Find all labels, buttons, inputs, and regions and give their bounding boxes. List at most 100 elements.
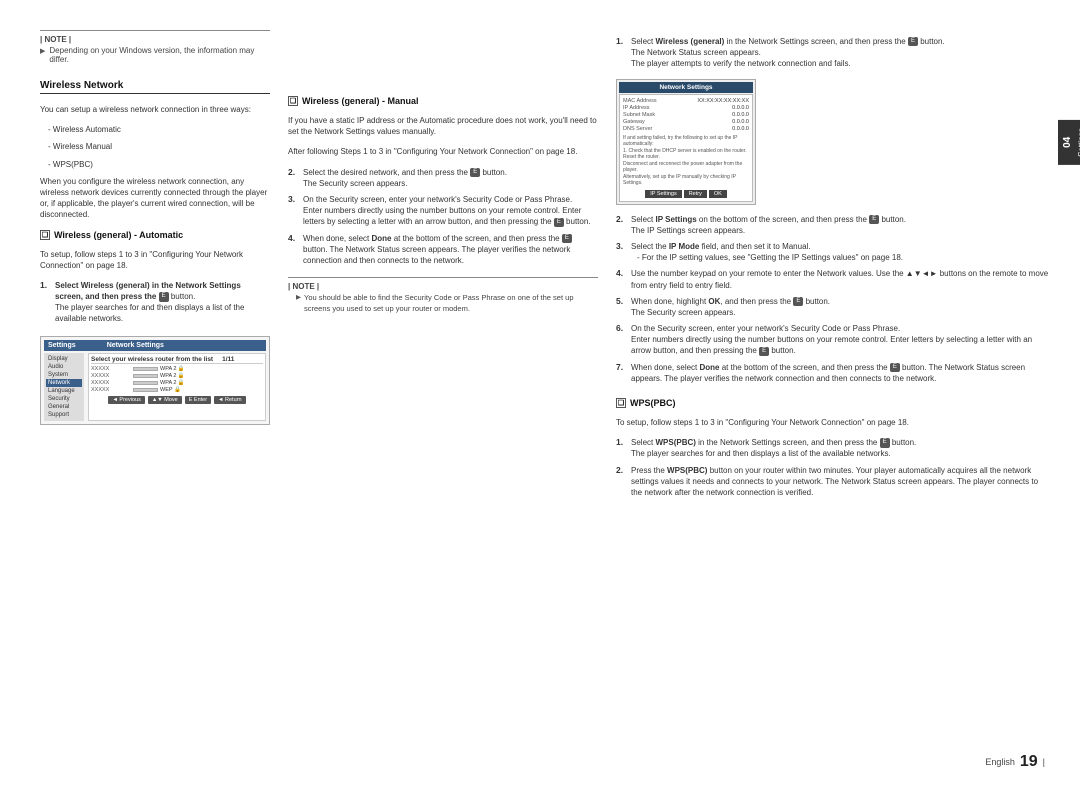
step-right-3-sub: - For the IP setting values, see "Gettin… <box>631 252 1050 263</box>
step-right-5: 5. When done, highlight OK, and then pre… <box>616 296 1050 318</box>
step-right-1-num: 1. <box>616 36 626 70</box>
step-auto-1: 1. Select Wireless (general) in the Netw… <box>40 280 270 325</box>
wireless-network-intro: You can setup a wireless network connect… <box>40 104 270 115</box>
step-right-7-content: When done, select Done at the bottom of … <box>631 362 1050 384</box>
side-tab: 04 Settings <box>1058 120 1080 165</box>
ss-sidebar-general: General <box>46 403 82 411</box>
step-right-4-num: 4. <box>616 268 626 290</box>
ss-bar-2 <box>133 374 158 378</box>
page-number: 19 <box>1020 753 1038 771</box>
ss-buttons: ◄ Previous ▲▼ Move E Enter ◄ Return <box>91 396 263 404</box>
net-btn-ip: IP Settings <box>645 190 682 198</box>
tab-number: 04 <box>1062 137 1073 148</box>
language-label: English <box>985 757 1015 767</box>
step-right-4: 4. Use the number keypad on your remote … <box>616 268 1050 290</box>
ss-bar-4 <box>133 388 158 392</box>
automatic-steps: 1. Select Wireless (general) in the Netw… <box>40 280 270 325</box>
net-title: Network Settings <box>619 82 753 93</box>
note-inner-mid: | NOTE | You should be able to find the … <box>288 277 598 316</box>
checkbox-icon-manual: ❑ <box>288 96 298 106</box>
manual-subheading: ❑ Wireless (general) - Manual <box>288 96 598 106</box>
settings-screenshot: Settings Network Settings Display Audio … <box>40 336 270 425</box>
left-column: | NOTE | Depending on your Windows versi… <box>40 30 270 729</box>
ss-btn-return: ◄ Return <box>214 396 245 404</box>
net-message: If and setting failed, try the following… <box>623 135 749 187</box>
step-manual-2-num: 2. <box>288 167 298 189</box>
ss-sidebar-support: Support <box>46 411 82 419</box>
net-btn-ok: OK <box>709 190 727 198</box>
ss-row-2: XXXXX WPA 2 🔒 <box>91 373 263 379</box>
wps-subheading: ❑ WPS(PBC) <box>616 398 1050 408</box>
btn-icon-r2: E <box>869 215 879 224</box>
step-right-4-content: Use the number keypad on your remote to … <box>631 268 1050 290</box>
ss-label-1: XXXXX <box>91 366 131 372</box>
ss-sidebar-network: Network <box>46 379 82 387</box>
automatic-subheading-text: Wireless (general) - Automatic <box>54 230 183 240</box>
ss-label-3: XXXXX <box>91 380 131 386</box>
step-manual-4: 4. When done, select Done at the bottom … <box>288 233 598 267</box>
ss-value-2: WPA 2 🔒 <box>160 373 263 379</box>
step-manual-4-num: 4. <box>288 233 298 267</box>
ss-btn-enter: E Enter <box>185 396 211 404</box>
automatic-desc: To setup, follow steps 1 to 3 in "Config… <box>40 249 270 271</box>
step-right-2-content: Select IP Settings on the bottom of the … <box>631 214 1050 236</box>
note-inner-mid-title: | NOTE | <box>288 282 598 291</box>
checkbox-icon-auto: ❑ <box>40 230 50 240</box>
net-field-ip: IP Address 0.0.0.0 <box>623 105 749 111</box>
net-field-mac: MAC Address XX:XX:XX:XX:XX:XX <box>623 98 749 104</box>
step-right-6: 6. On the Security screen, enter your ne… <box>616 323 1050 357</box>
step-right-3-num: 3. <box>616 241 626 263</box>
step-right-6-num: 6. <box>616 323 626 357</box>
ss-title: Settings Network Settings <box>44 340 266 351</box>
ss-main-title: Select your wireless router from the lis… <box>91 356 263 364</box>
net-body: MAC Address XX:XX:XX:XX:XX:XX IP Address… <box>619 94 753 202</box>
ss-sidebar-system: System <box>46 371 82 379</box>
columns-container: | NOTE | Depending on your Windows versi… <box>40 30 1050 729</box>
note-title: | NOTE | <box>40 35 270 44</box>
note-box-top: | NOTE | Depending on your Windows versi… <box>40 30 270 68</box>
step-right-6-content: On the Security screen, enter your netwo… <box>631 323 1050 357</box>
note-inner-mid-bullet: You should be able to find the Security … <box>288 293 598 314</box>
network-status-screenshot: Network Settings MAC Address XX:XX:XX:XX… <box>616 79 756 205</box>
step-wps-1-content: Select WPS(PBC) in the Network Settings … <box>631 437 1050 459</box>
wireless-item-3: WPS(PBC) <box>40 159 270 170</box>
ss-row-3: XXXXX WPA 2 🔒 <box>91 380 263 386</box>
net-field-gateway: Gateway 0.0.0.0 <box>623 119 749 125</box>
step-wps-1: 1. Select WPS(PBC) in the Network Settin… <box>616 437 1050 459</box>
btn-icon-wps1: E <box>880 438 890 447</box>
manual-steps: 2. Select the desired network, and then … <box>288 167 598 267</box>
ss-btn-prev: ◄ Previous <box>108 396 144 404</box>
net-field-dns: DNS Server 0.0.0.0 <box>623 126 749 132</box>
ss-sidebar-language: Language <box>46 387 82 395</box>
manual-subheading-text: Wireless (general) - Manual <box>302 96 418 106</box>
btn-icon-r7: E <box>890 363 900 372</box>
step-wps-1-num: 1. <box>616 437 626 459</box>
ss-bar-1 <box>133 367 158 371</box>
wireless-item-2: Wireless Manual <box>40 141 270 152</box>
step-manual-3-num: 3. <box>288 194 298 228</box>
page-container: 04 Settings | NOTE | Depending on your W… <box>0 0 1080 789</box>
step-right-1: 1. Select Wireless (general) in the Netw… <box>616 36 1050 70</box>
step-auto-1-num: 1. <box>40 280 50 325</box>
btn-icon-3: E <box>554 218 564 227</box>
step-right-5-content: When done, highlight OK, and then press … <box>631 296 1050 318</box>
wps-subheading-text: WPS(PBC) <box>630 398 676 408</box>
page-border: | <box>1043 757 1045 767</box>
wps-steps: 1. Select WPS(PBC) in the Network Settin… <box>616 437 1050 498</box>
ss-label-4: XXXXX <box>91 387 131 393</box>
step-auto-1-text: Select Wireless (general) in the Network… <box>55 281 244 324</box>
step-manual-2-content: Select the desired network, and then pre… <box>303 167 598 189</box>
step-right-3: 3. Select the IP Mode field, and then se… <box>616 241 1050 263</box>
net-field-subnet: Subnet Mask 0.0.0.0 <box>623 112 749 118</box>
ss-sidebar-security: Security <box>46 395 82 403</box>
step-manual-2: 2. Select the desired network, and then … <box>288 167 598 189</box>
btn-icon-4: E <box>562 234 572 243</box>
step-wps-2: 2. Press the WPS(PBC) button on your rou… <box>616 465 1050 499</box>
checkbox-icon-wps: ❑ <box>616 398 626 408</box>
bottom-bar: English 19 | <box>985 753 1045 771</box>
step-manual-4-content: When done, select Done at the bottom of … <box>303 233 598 267</box>
ss-value-4: WEP 🔒 <box>160 387 263 393</box>
wireless-network-desc: When you configure the wireless network … <box>40 176 270 221</box>
manual-follow: After following Steps 1 to 3 in "Configu… <box>288 146 598 157</box>
ss-row-1: XXXXX WPA 2 🔒 <box>91 366 263 372</box>
